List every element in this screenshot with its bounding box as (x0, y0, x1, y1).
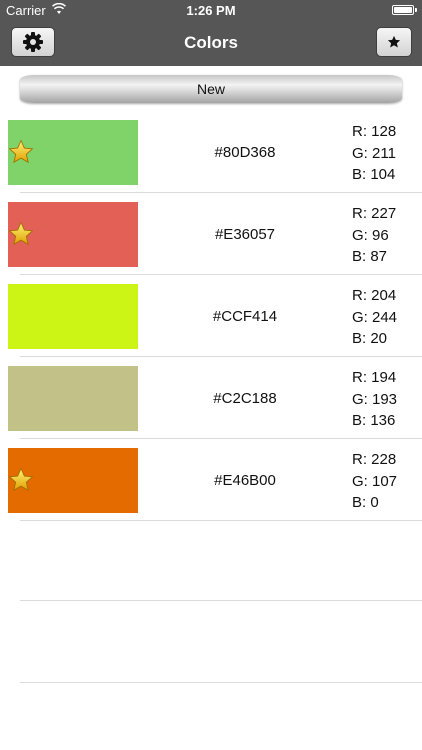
favorite-star-icon (8, 139, 34, 164)
new-color-button[interactable]: New (20, 75, 402, 103)
red-value: R: 227 (352, 205, 397, 222)
rgb-values: R: 227 G: 96 B: 87 (352, 203, 396, 268)
favorite-star-icon (8, 467, 34, 492)
blue-value: B: 87 (352, 248, 388, 265)
favorite-star-icon (8, 221, 34, 246)
color-swatch (8, 366, 138, 431)
hex-value: #E46B00 (214, 472, 276, 489)
color-list: #80D368 R: 128 G: 211 B: 104 #E36057 R: … (0, 111, 422, 521)
color-row[interactable]: #C2C188 R: 194 G: 193 B: 136 (0, 357, 422, 439)
color-swatch (8, 284, 138, 349)
rgb-values: R: 194 G: 193 B: 136 (352, 367, 397, 432)
rgb-values: R: 204 G: 244 B: 20 (352, 285, 397, 350)
rgb-values: R: 228 G: 107 B: 0 (352, 449, 397, 514)
red-value: R: 128 (352, 123, 397, 140)
star-icon (387, 35, 401, 48)
red-value: R: 204 (352, 287, 397, 304)
new-button-label: New (196, 81, 225, 97)
hex-value: #E36057 (214, 226, 276, 243)
color-row[interactable]: #E36057 R: 227 G: 96 B: 87 (0, 193, 422, 275)
hex-value: #80D368 (214, 144, 276, 161)
status-bar: Carrier 1:26 PM (0, 0, 422, 21)
status-time: 1:26 PM (186, 3, 236, 18)
page-title: Colors (184, 33, 238, 52)
color-row[interactable]: #80D368 R: 128 G: 211 B: 104 (0, 111, 422, 193)
nav-bar: Colors (0, 21, 422, 66)
blue-value: B: 0 (352, 494, 379, 511)
red-value: R: 194 (352, 369, 397, 386)
battery-icon (392, 5, 417, 15)
green-value: G: 211 (352, 144, 396, 162)
blue-value: B: 20 (352, 330, 388, 347)
color-row[interactable]: #CCF414 R: 204 G: 244 B: 20 (0, 275, 422, 357)
hex-value: #CCF414 (212, 308, 278, 325)
blue-value: B: 136 (352, 412, 396, 429)
red-value: R: 228 (352, 451, 397, 468)
green-value: G: 96 (352, 226, 389, 244)
empty-row-divider (20, 682, 422, 683)
hex-value: #C2C188 (213, 390, 277, 407)
empty-row-divider (20, 600, 422, 601)
green-value: G: 107 (352, 472, 398, 490)
blue-value: B: 104 (352, 166, 396, 183)
color-row[interactable]: #E46B00 R: 228 G: 107 B: 0 (0, 439, 422, 521)
rgb-values: R: 128 G: 211 B: 104 (352, 121, 396, 186)
favorites-button[interactable] (376, 27, 412, 57)
green-value: G: 244 (352, 308, 398, 326)
green-value: G: 193 (352, 390, 398, 408)
row-divider (20, 520, 422, 521)
